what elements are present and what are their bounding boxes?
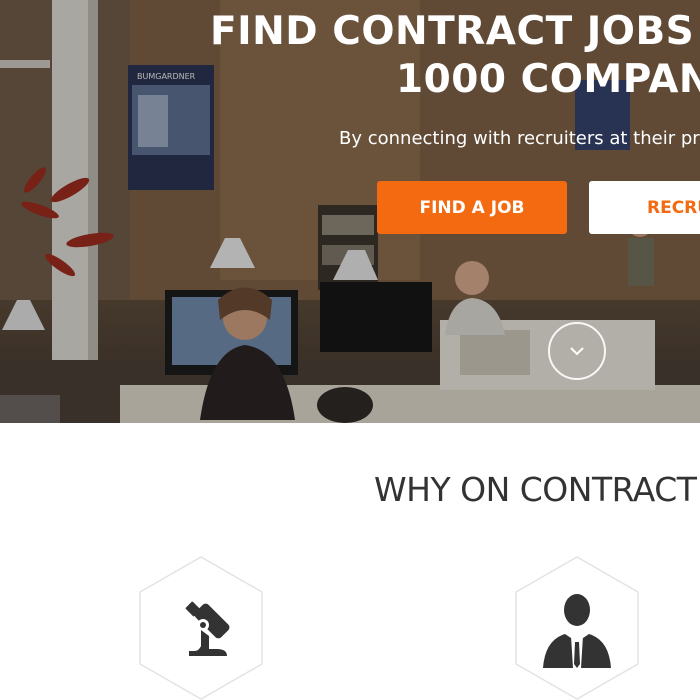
feature-hexagon-1 <box>139 556 263 700</box>
scroll-down-button[interactable] <box>548 322 606 380</box>
feature-hexagon-2 <box>515 556 639 700</box>
why-section-title: WHY ON CONTRACT <box>374 470 697 509</box>
chevron-down-icon <box>570 347 584 356</box>
hero-title-line-2: 1000 COMPANI <box>396 57 700 102</box>
hero-subtitle: By connecting with recruiters at their p… <box>339 128 700 149</box>
hero-section: BUMGARDNER FIND CONTRACT JOBS A 1000 COM… <box>0 0 700 423</box>
hero-title-line-1: FIND CONTRACT JOBS A <box>210 9 700 54</box>
find-a-job-button[interactable]: FIND A JOB <box>377 181 567 234</box>
recruiter-button[interactable]: RECRU <box>589 181 700 234</box>
